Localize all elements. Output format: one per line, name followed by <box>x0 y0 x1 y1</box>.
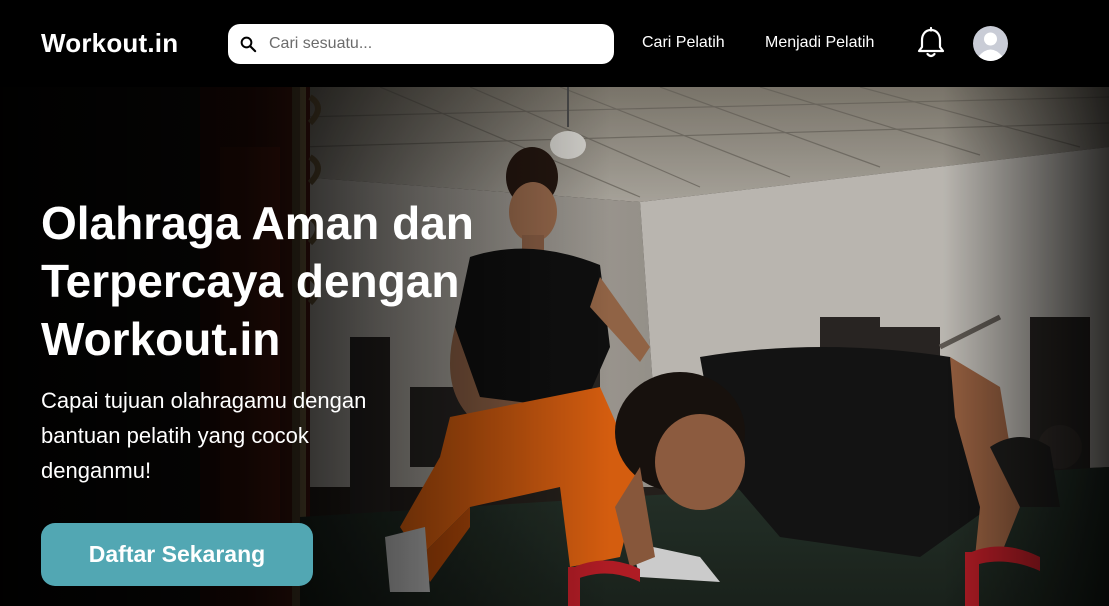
hero-section: Olahraga Aman dan Terpercaya dengan Work… <box>0 87 1109 606</box>
search-input[interactable] <box>269 24 599 64</box>
search-bar[interactable] <box>228 24 614 64</box>
person-icon <box>978 32 1003 61</box>
bell-icon[interactable] <box>914 26 948 60</box>
user-avatar-icon[interactable] <box>973 26 1008 61</box>
navbar: Workout.in Cari Pelatih Menjadi Pelatih <box>0 0 1109 87</box>
hero-title: Olahraga Aman dan Terpercaya dengan Work… <box>41 197 474 365</box>
nav-link-cari-pelatih[interactable]: Cari Pelatih <box>642 34 725 52</box>
logo[interactable]: Workout.in <box>41 28 178 59</box>
hero-subtitle: Capai tujuan olahragamu dengan bantuan p… <box>41 388 367 483</box>
register-now-button[interactable]: Daftar Sekarang <box>41 523 313 586</box>
nav-link-menjadi-pelatih[interactable]: Menjadi Pelatih <box>765 34 874 52</box>
search-icon <box>240 36 257 53</box>
